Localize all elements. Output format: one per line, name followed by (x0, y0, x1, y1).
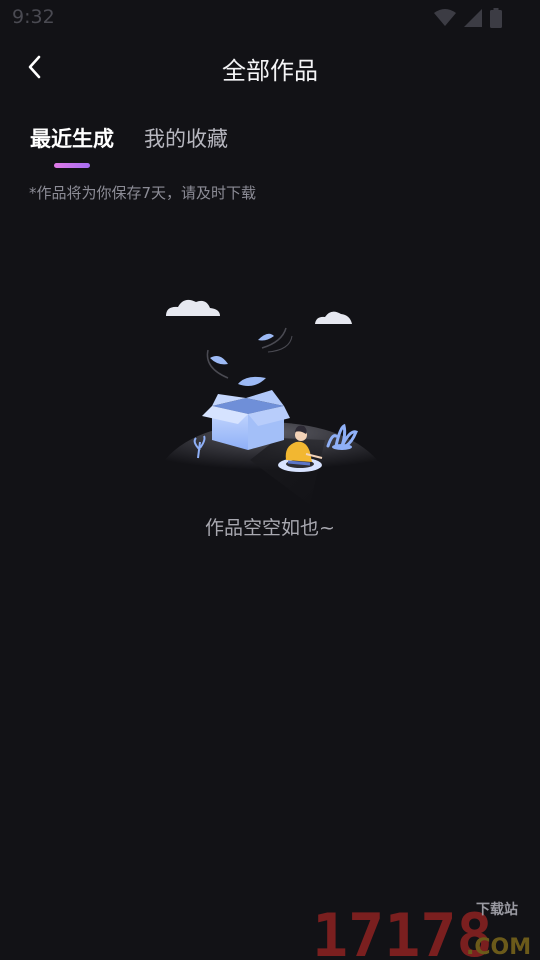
page-title: 全部作品 (222, 57, 318, 85)
storage-notice: *作品将为你保存7天，请及时下载 (29, 184, 257, 202)
wifi-icon (434, 9, 456, 26)
status-icons (434, 8, 502, 28)
watermark-domain: .COM (466, 935, 531, 958)
tab-recent-label: 最近生成 (30, 127, 114, 151)
status-bar: 9:32 (0, 0, 540, 36)
tab-recent[interactable]: 最近生成 (30, 124, 114, 170)
tab-favorites[interactable]: 我的收藏 (144, 124, 228, 170)
watermark-tag: 下载站 (476, 901, 518, 918)
cloud-right-icon (315, 311, 352, 324)
tab-active-indicator (54, 163, 90, 168)
cloud-left-icon (166, 299, 220, 316)
tab-bar: 最近生成 我的收藏 (30, 124, 228, 174)
site-watermark-logo: 17178 .COM 下载站 (312, 901, 531, 958)
empty-state-message: 作品空空如也~ (205, 517, 335, 539)
battery-icon (490, 8, 502, 28)
header: 全部作品 (0, 36, 540, 98)
empty-box-illustration (155, 299, 388, 505)
signal-icon (464, 9, 482, 27)
tab-favorites-label: 我的收藏 (144, 127, 228, 151)
status-time: 9:32 (12, 6, 55, 28)
